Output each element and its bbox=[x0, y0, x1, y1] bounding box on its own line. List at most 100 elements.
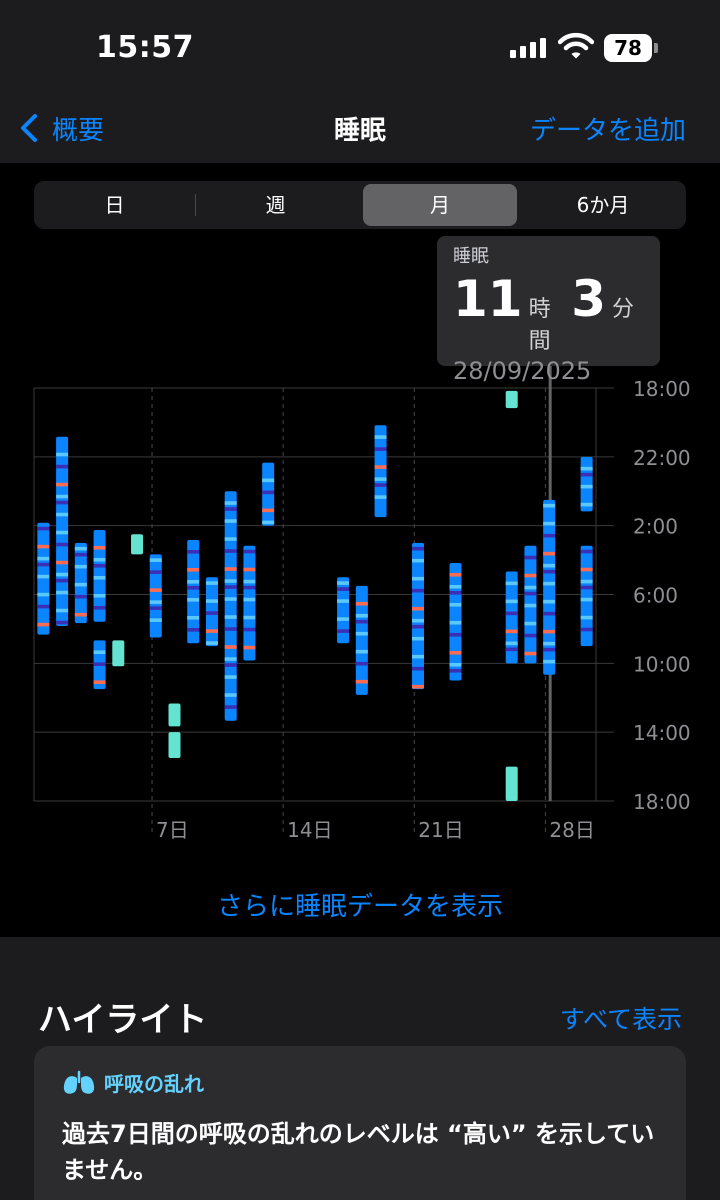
sleep-stage-segment bbox=[543, 659, 556, 664]
sleep-stage-segment bbox=[149, 606, 162, 610]
sleep-stage-segment bbox=[224, 579, 237, 583]
x-tick-label: 21日 bbox=[418, 818, 463, 842]
sleep-stage-segment bbox=[580, 627, 593, 632]
sleep-stage-segment bbox=[355, 631, 368, 636]
sleep-stage-segment bbox=[149, 588, 162, 592]
sleep-stage-segment bbox=[543, 521, 556, 526]
x-tick-label: 14日 bbox=[287, 818, 332, 842]
sleep-stage-segment bbox=[543, 569, 556, 574]
sleep-stage-segment bbox=[224, 675, 237, 679]
sleep-stage-segment bbox=[56, 512, 69, 517]
sleep-stage-segment bbox=[205, 641, 218, 645]
nav-bar: 概要 睡眠 データを追加 bbox=[0, 100, 720, 162]
show-more-sleep-data-link[interactable]: さらに睡眠データを表示 bbox=[0, 886, 720, 923]
nap-bar bbox=[168, 732, 181, 758]
sleep-stage-segment bbox=[205, 629, 218, 633]
period-segmented-control: 日 週 月 6か月 bbox=[34, 181, 686, 229]
sleep-bar bbox=[224, 491, 237, 721]
sleep-stage-segment bbox=[187, 598, 200, 602]
segment-month[interactable]: 月 bbox=[363, 184, 517, 226]
card-body: 過去7日間の呼吸の乱れのレベルは “高い” を示していません。 bbox=[62, 1120, 655, 1184]
sleep-stage-segment bbox=[56, 572, 69, 577]
sleep-stage-segment bbox=[412, 666, 425, 671]
sleep-stage-segment bbox=[524, 621, 537, 626]
sleep-stage-segment bbox=[374, 435, 387, 439]
sleep-stage-segment bbox=[524, 555, 537, 560]
sleep-stage-segment bbox=[505, 581, 518, 586]
sleep-stage-segment bbox=[224, 627, 237, 631]
sleep-stage-segment bbox=[412, 618, 425, 623]
sleep-stage-segment bbox=[149, 618, 162, 622]
sleep-stage-segment bbox=[243, 579, 256, 584]
sleep-stage-segment bbox=[412, 624, 425, 629]
y-tick-label: 10:00 bbox=[633, 652, 691, 676]
sleep-stage-segment bbox=[74, 582, 87, 587]
sleep-stage-segment bbox=[149, 600, 162, 604]
sleep-stage-segment bbox=[74, 594, 87, 599]
show-all-button[interactable]: すべて表示 bbox=[560, 1000, 682, 1036]
sleep-stage-segment bbox=[580, 472, 593, 477]
status-bar: 15:57 78 bbox=[0, 0, 720, 100]
tooltip-minutes: 3 bbox=[571, 270, 606, 328]
sleep-stage-segment bbox=[543, 533, 556, 538]
sleep-stage-segment bbox=[37, 562, 50, 567]
sleep-stage-segment bbox=[337, 617, 350, 621]
y-tick-label: 22:00 bbox=[633, 446, 691, 470]
sleep-stage-segment bbox=[224, 597, 237, 601]
sleep-stage-segment bbox=[543, 611, 556, 616]
sleep-stage-segment bbox=[56, 578, 69, 583]
nap-bar bbox=[168, 703, 181, 727]
sleep-stage-segment bbox=[224, 663, 237, 667]
segment-divider bbox=[195, 194, 196, 216]
segment-6months[interactable]: 6か月 bbox=[523, 184, 683, 226]
sleep-stage-segment bbox=[262, 490, 275, 495]
back-button[interactable]: 概要 bbox=[20, 108, 104, 148]
sleep-stage-segment bbox=[449, 620, 462, 625]
sleep-stage-segment bbox=[355, 601, 368, 606]
sleep-stage-segment bbox=[543, 647, 556, 652]
sleep-stage-segment bbox=[374, 447, 387, 451]
sleep-stage-segment bbox=[93, 650, 106, 654]
add-data-button[interactable]: データを追加 bbox=[530, 110, 686, 147]
sleep-stage-segment bbox=[205, 599, 218, 603]
sleep-stage-segment bbox=[505, 599, 518, 604]
segment-day[interactable]: 日 bbox=[37, 184, 192, 226]
sleep-stage-segment bbox=[205, 581, 218, 585]
sleep-stage-segment bbox=[412, 576, 425, 581]
sleep-stage-segment bbox=[262, 520, 275, 525]
breathing-disturbances-card[interactable]: 呼吸の乱れ 過去7日間の呼吸の乱れのレベルは “高い” を示していません。 bbox=[34, 1046, 686, 1200]
sleep-bar bbox=[337, 577, 350, 644]
tooltip-date: 28/09/2025 bbox=[453, 357, 592, 385]
sleep-bar bbox=[187, 540, 200, 644]
sleep-stage-segment bbox=[37, 592, 50, 597]
sleep-stage-segment bbox=[449, 668, 462, 673]
sleep-stage-segment bbox=[580, 585, 593, 590]
sleep-stage-segment bbox=[524, 585, 537, 590]
sleep-stage-segment bbox=[412, 684, 425, 689]
sleep-stage-segment bbox=[505, 629, 518, 634]
sleep-stage-segment bbox=[337, 629, 350, 633]
sleep-stage-segment bbox=[224, 549, 237, 553]
sleep-stage-segment bbox=[74, 546, 87, 551]
sleep-stage-segment bbox=[543, 641, 556, 646]
sleep-stage-segment bbox=[412, 654, 425, 659]
wifi-icon bbox=[558, 32, 594, 59]
sleep-stage-segment bbox=[74, 564, 87, 569]
sleep-stage-segment bbox=[262, 508, 275, 513]
sleep-stage-segment bbox=[374, 465, 387, 469]
sleep-stage-segment bbox=[37, 526, 50, 531]
sleep-stage-segment bbox=[580, 549, 593, 554]
sleep-stage-segment bbox=[149, 558, 162, 562]
cellular-signal-icon bbox=[510, 36, 550, 58]
segment-week[interactable]: 週 bbox=[198, 184, 353, 226]
sleep-stage-segment bbox=[449, 572, 462, 577]
sleep-stage-segment bbox=[243, 627, 256, 632]
sleep-stage-segment bbox=[580, 567, 593, 572]
status-time: 15:57 bbox=[96, 30, 194, 65]
sleep-stage-segment bbox=[37, 622, 50, 627]
sleep-stage-segment bbox=[580, 579, 593, 584]
sleep-stage-segment bbox=[243, 549, 256, 554]
sleep-stage-segment bbox=[187, 616, 200, 620]
sleep-stage-segment bbox=[243, 615, 256, 620]
sleep-stage-segment bbox=[93, 575, 106, 580]
